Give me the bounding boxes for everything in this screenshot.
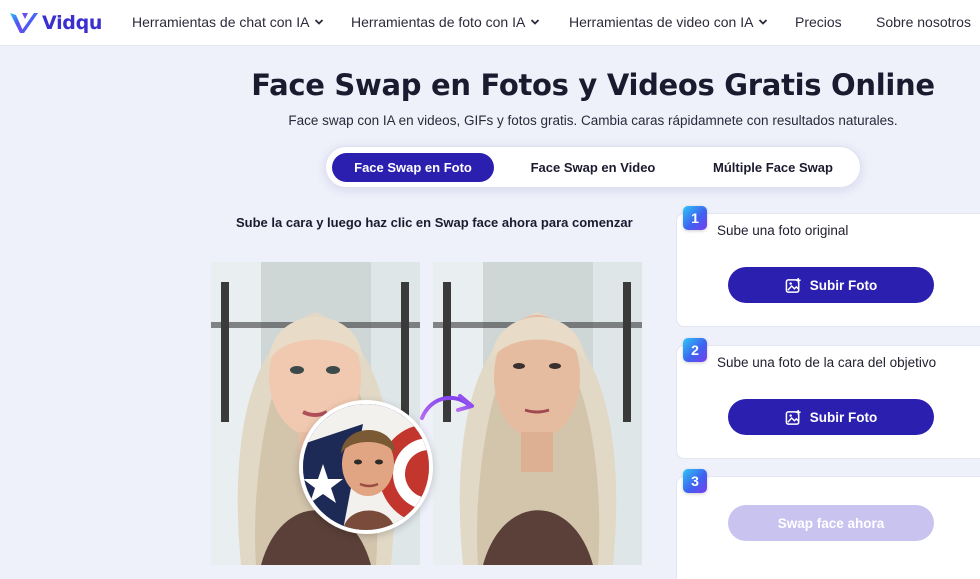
tab-face-swap-video[interactable]: Face Swap en Video xyxy=(512,153,674,182)
logo-mark-icon xyxy=(10,13,38,33)
nav-video-tools[interactable]: Herramientas de video con IA xyxy=(569,14,768,30)
image-add-icon xyxy=(785,277,801,293)
nav-about[interactable]: Sobre nosotros xyxy=(876,14,971,30)
upload-button-label: Subir Foto xyxy=(809,409,878,425)
step-2-label: Sube una foto de la cara del objetivo xyxy=(717,355,937,370)
upload-original-photo-button[interactable]: Subir Foto xyxy=(728,267,934,303)
swap-face-now-button[interactable]: Swap face ahora xyxy=(728,505,934,541)
chevron-down-icon xyxy=(758,17,768,27)
nav-label: Herramientas de chat con IA xyxy=(132,14,310,30)
upload-button-label: Subir Foto xyxy=(809,277,878,293)
nav-label: Precios xyxy=(795,14,842,30)
nav-label: Herramientas de video con IA xyxy=(569,14,754,30)
instruction-text: Sube la cara y luego haz clic en Swap fa… xyxy=(236,215,633,230)
logo-text: Vidqu xyxy=(42,12,103,34)
step-2-badge: 2 xyxy=(683,338,707,362)
page-title: Face Swap en Fotos y Videos Gratis Onlin… xyxy=(251,68,935,102)
chevron-down-icon xyxy=(314,17,324,27)
tab-face-swap-photo[interactable]: Face Swap en Foto xyxy=(332,153,494,182)
page-subtitle: Face swap con IA en videos, GIFs y fotos… xyxy=(288,113,898,128)
nav-chat-tools[interactable]: Herramientas de chat con IA xyxy=(132,14,324,30)
nav-label: Herramientas de foto con IA xyxy=(351,14,526,30)
nav-label: Sobre nosotros xyxy=(876,14,971,30)
nav-photo-tools[interactable]: Herramientas de foto con IA xyxy=(351,14,540,30)
top-navbar: Vidqu Herramientas de chat con IA Herram… xyxy=(0,0,980,46)
tab-multiple-face-swap[interactable]: Múltiple Face Swap xyxy=(692,153,854,182)
step-3-badge: 3 xyxy=(683,469,707,493)
chevron-down-icon xyxy=(530,17,540,27)
target-face-preview xyxy=(299,400,433,534)
upload-target-face-button[interactable]: Subir Foto xyxy=(728,399,934,435)
image-add-icon xyxy=(785,409,801,425)
swap-arrow-icon xyxy=(420,394,474,420)
mode-tabs: Face Swap en Foto Face Swap en Video Múl… xyxy=(325,146,861,188)
step-1-badge: 1 xyxy=(683,206,707,230)
nav-pricing[interactable]: Precios xyxy=(795,14,842,30)
step-1-label: Sube una foto original xyxy=(717,223,849,238)
vidqu-logo[interactable]: Vidqu xyxy=(8,9,102,37)
